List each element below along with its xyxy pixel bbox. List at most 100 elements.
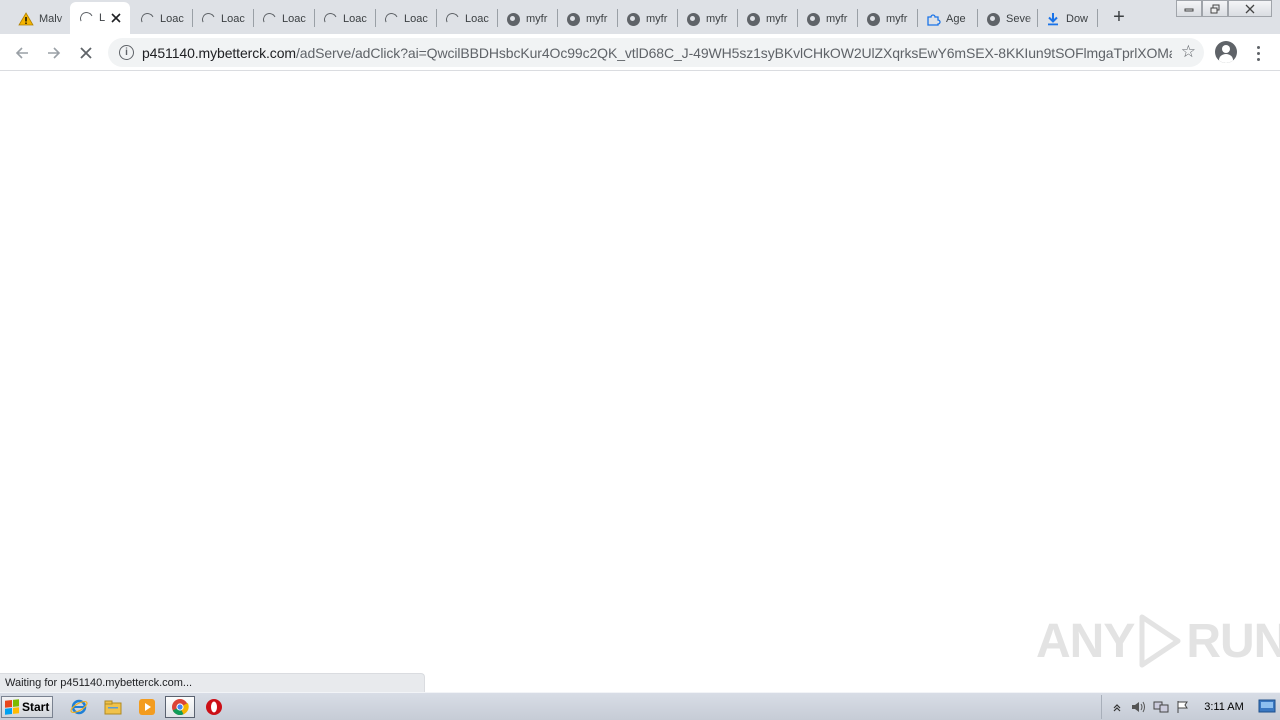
chrome-menu-button[interactable] <box>1248 39 1268 67</box>
address-bar[interactable]: i p451140.mybetterck.com/adServe/adClick… <box>108 38 1204 67</box>
bookmark-star-icon[interactable]: ☆ <box>1181 42 1196 62</box>
browser-tab[interactable]: Malv <box>10 4 68 34</box>
opera-icon[interactable] <box>203 697 225 717</box>
browser-tab[interactable]: Loac <box>192 4 252 34</box>
globe-icon <box>565 11 581 27</box>
spinner-icon <box>199 10 217 28</box>
spinner-icon <box>138 10 156 28</box>
minimize-button[interactable] <box>1176 0 1202 17</box>
globe-icon <box>625 11 641 27</box>
restore-icon <box>1210 4 1220 13</box>
windows-taskbar: Start 3:11 AM <box>0 692 1280 720</box>
tab-title: myfr <box>586 13 608 25</box>
tab-title: myfr <box>766 13 788 25</box>
tab-title: Loac <box>160 13 184 25</box>
tab-title: Loac <box>282 13 306 25</box>
browser-tab[interactable]: myfr <box>557 4 616 34</box>
browser-tab[interactable]: myfr <box>737 4 796 34</box>
spinner-icon <box>382 10 400 28</box>
tab-title: myfr <box>826 13 848 25</box>
back-button[interactable] <box>8 39 36 67</box>
menu-dot <box>1256 51 1260 55</box>
network-icon[interactable] <box>1150 698 1172 716</box>
page-content: ANY RUN Waiting for p451140.mybetterck.c… <box>0 72 1280 692</box>
tab-separator <box>1097 9 1098 27</box>
warning-icon <box>18 11 34 27</box>
spinner-icon <box>443 10 461 28</box>
browser-tab[interactable]: L <box>70 2 130 34</box>
browser-tab[interactable]: myfr <box>617 4 676 34</box>
tab-title: Seve <box>1006 13 1032 25</box>
watermark-right-text: RUN <box>1186 614 1280 668</box>
show-desktop-icon[interactable] <box>1258 698 1276 716</box>
tab-strip: Malv L Loac Loac Loac Loac Loac Loac myfr myfr myf… <box>0 0 1280 34</box>
back-arrow-icon <box>15 47 28 59</box>
plus-icon: + <box>1113 5 1125 28</box>
tab-title: Dow <box>1066 13 1089 25</box>
browser-tab[interactable]: Loac <box>375 4 435 34</box>
forward-arrow-icon <box>48 47 61 59</box>
tab-title: Loac <box>465 13 489 25</box>
browser-tab[interactable]: Dow <box>1037 4 1097 34</box>
restore-button[interactable] <box>1202 0 1228 17</box>
browser-tab[interactable]: Loac <box>436 4 496 34</box>
tab-close-icon[interactable] <box>108 10 124 26</box>
tab-title: Loac <box>343 13 367 25</box>
spinner-icon <box>260 10 278 28</box>
tab-title: Age <box>946 13 966 25</box>
globe-icon <box>805 11 821 27</box>
browser-tab[interactable]: Loac <box>314 4 374 34</box>
globe-icon <box>745 11 761 27</box>
system-clock[interactable]: 3:11 AM <box>1194 701 1254 713</box>
puzzle-icon <box>925 11 941 27</box>
spinner-icon <box>321 10 339 28</box>
system-tray: 3:11 AM <box>1101 695 1280 719</box>
chevron-up-icon[interactable] <box>1106 698 1128 716</box>
menu-dot <box>1256 45 1260 49</box>
globe-icon <box>505 11 521 27</box>
download-icon <box>1045 11 1061 27</box>
globe-icon <box>865 11 881 27</box>
browser-tab[interactable]: Loac <box>131 4 191 34</box>
browser-tab[interactable]: myfr <box>857 4 916 34</box>
browser-tab[interactable]: Loac <box>253 4 313 34</box>
chrome-icon[interactable] <box>165 696 195 718</box>
url-text[interactable]: p451140.mybetterck.com/adServe/adClick?a… <box>142 45 1172 61</box>
browser-tab[interactable]: myfr <box>677 4 736 34</box>
browser-tab[interactable]: myfr <box>497 4 556 34</box>
status-text: Waiting for p451140.mybetterck.com... <box>5 677 193 689</box>
tab-title: Malv <box>39 13 63 25</box>
globe-icon <box>985 11 1001 27</box>
play-logo-icon <box>1139 614 1181 668</box>
close-window-button[interactable] <box>1228 0 1272 17</box>
windows-logo-icon <box>5 699 19 715</box>
browser-tab[interactable]: Age <box>917 4 976 34</box>
browser-tab[interactable]: Seve <box>977 4 1036 34</box>
browser-toolbar: i p451140.mybetterck.com/adServe/adClick… <box>0 34 1280 71</box>
start-button[interactable]: Start <box>1 696 53 718</box>
url-host: p451140.mybetterck.com <box>142 44 296 61</box>
tab-title: myfr <box>886 13 908 25</box>
browser-tab[interactable]: myfr <box>797 4 856 34</box>
tab-title: myfr <box>526 13 548 25</box>
volume-icon[interactable] <box>1128 698 1150 716</box>
action-center-flag-icon[interactable] <box>1172 698 1194 716</box>
start-label: Start <box>22 700 50 714</box>
globe-icon <box>685 11 701 27</box>
media-player-icon[interactable] <box>136 697 158 717</box>
ie-icon[interactable] <box>68 697 90 717</box>
menu-dot <box>1256 57 1260 61</box>
close-icon <box>1245 4 1255 13</box>
new-tab-button[interactable]: + <box>1108 6 1130 28</box>
explorer-icon[interactable] <box>102 697 124 717</box>
spinner-icon <box>77 9 95 27</box>
anyrun-watermark: ANY RUN <box>1036 606 1280 676</box>
tab-title: Loac <box>404 13 428 25</box>
tab-title: myfr <box>646 13 668 25</box>
tab-title: myfr <box>706 13 728 25</box>
status-bubble: Waiting for p451140.mybetterck.com... <box>0 673 425 692</box>
stop-loading-button[interactable] <box>72 39 100 67</box>
profile-avatar-icon[interactable] <box>1215 41 1237 63</box>
forward-button[interactable] <box>40 39 68 67</box>
site-info-icon[interactable]: i <box>119 45 134 60</box>
